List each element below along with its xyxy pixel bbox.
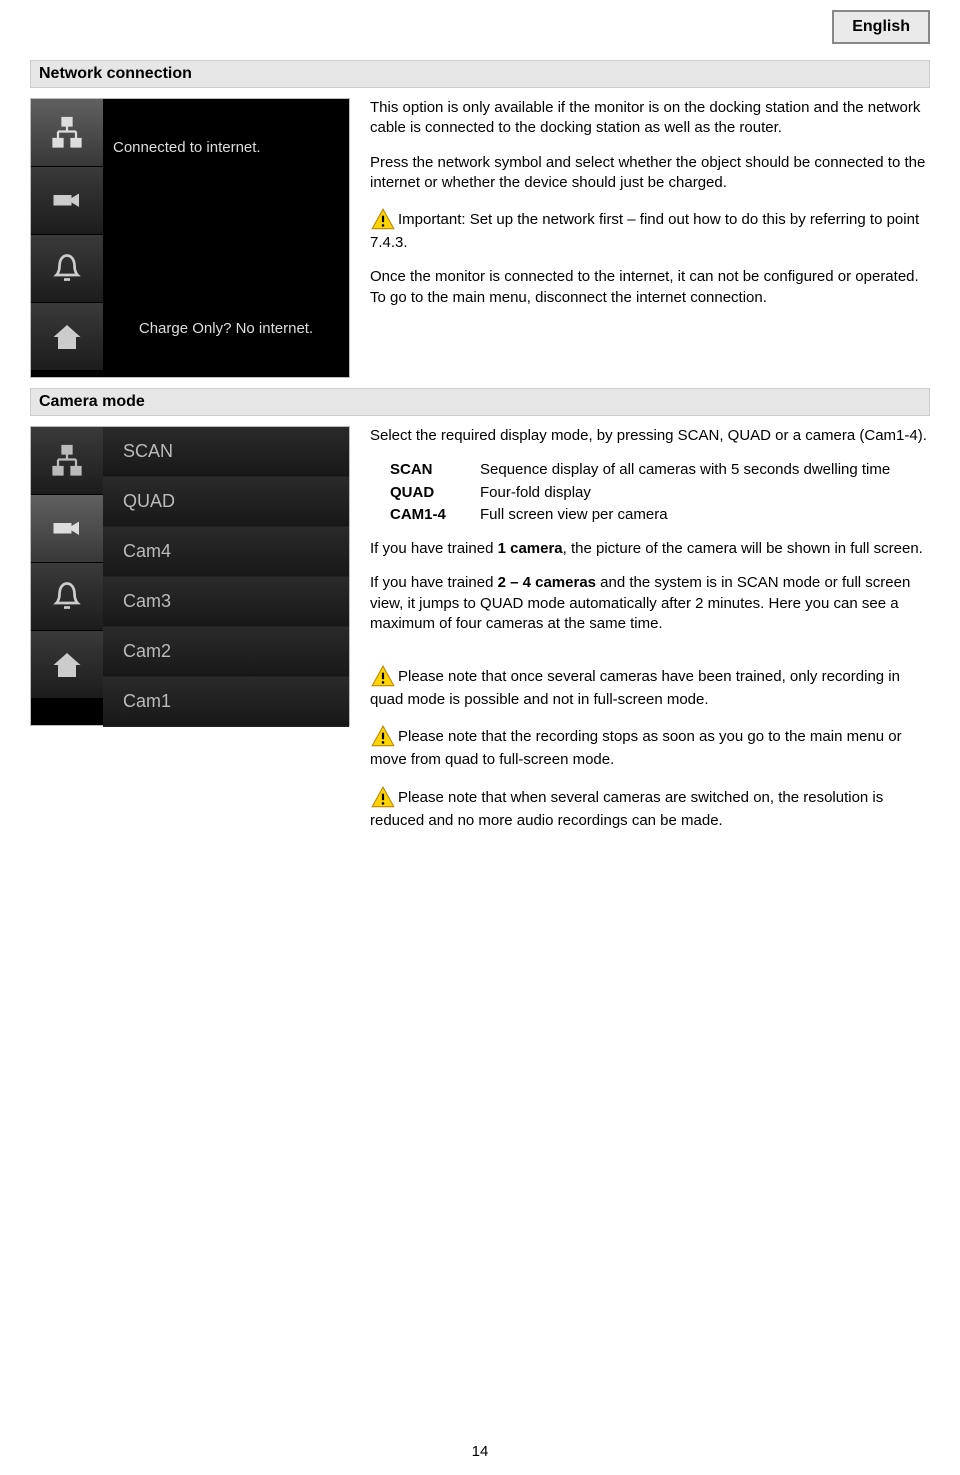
camera-para-1: Select the required display mode, by pre… <box>370 426 930 446</box>
status-charge-only: Charge Only? No internet. <box>113 320 339 337</box>
list-item[interactable]: Cam1 <box>103 677 349 727</box>
section-header-network: Network connection <box>30 60 930 88</box>
list-item[interactable]: QUAD <box>103 477 349 527</box>
list-item[interactable]: Cam4 <box>103 527 349 577</box>
mode-definitions: SCAN Sequence display of all cameras wit… <box>390 460 930 525</box>
network-icon[interactable] <box>31 99 103 167</box>
warning-icon <box>370 724 396 750</box>
network-status-area: Connected to internet. Charge Only? No i… <box>103 99 349 377</box>
language-badge: English <box>832 10 930 44</box>
sidebar <box>31 99 103 377</box>
camera-para-3: If you have trained 2 – 4 cameras and th… <box>370 573 930 634</box>
bell-icon[interactable] <box>31 235 103 303</box>
term-scan: SCAN <box>390 460 480 480</box>
warning-icon <box>370 785 396 811</box>
section-header-camera: Camera mode <box>30 388 930 416</box>
network-para-1: This option is only available if the mon… <box>370 98 930 139</box>
network-description: This option is only available if the mon… <box>370 98 930 378</box>
camera-description: Select the required display mode, by pre… <box>370 426 930 845</box>
desc-cam: Full screen view per camera <box>480 505 930 525</box>
network-para-2: Press the network symbol and select whet… <box>370 153 930 194</box>
list-item[interactable]: SCAN <box>103 427 349 477</box>
page-number: 14 <box>472 1443 489 1460</box>
camera-icon[interactable] <box>31 167 103 235</box>
warning-icon <box>370 664 396 690</box>
camera-screenshot: SCAN QUAD Cam4 Cam3 Cam2 Cam1 <box>30 426 350 726</box>
desc-scan: Sequence display of all cameras with 5 s… <box>480 460 930 480</box>
network-warning-1: Important: Set up the network first – fi… <box>370 207 930 253</box>
camera-warning-3: Please note that when several cameras ar… <box>370 785 930 831</box>
home-icon[interactable] <box>31 631 103 699</box>
term-quad: QUAD <box>390 483 480 503</box>
bell-icon[interactable] <box>31 563 103 631</box>
camera-para-2: If you have trained 1 camera, the pictur… <box>370 539 930 559</box>
list-item[interactable]: Cam2 <box>103 627 349 677</box>
term-cam: CAM1-4 <box>390 505 480 525</box>
network-screenshot: Connected to internet. Charge Only? No i… <box>30 98 350 378</box>
network-para-3: Once the monitor is connected to the int… <box>370 267 930 308</box>
list-item[interactable]: Cam3 <box>103 577 349 627</box>
status-connected: Connected to internet. <box>113 139 339 156</box>
camera-icon[interactable] <box>31 495 103 563</box>
desc-quad: Four-fold display <box>480 483 930 503</box>
warning-icon <box>370 207 396 233</box>
sidebar <box>31 427 103 725</box>
home-icon[interactable] <box>31 303 103 371</box>
camera-warning-1: Please note that once several cameras ha… <box>370 664 930 710</box>
camera-warning-2: Please note that the recording stops as … <box>370 724 930 770</box>
camera-mode-list: SCAN QUAD Cam4 Cam3 Cam2 Cam1 <box>103 427 349 725</box>
network-icon[interactable] <box>31 427 103 495</box>
